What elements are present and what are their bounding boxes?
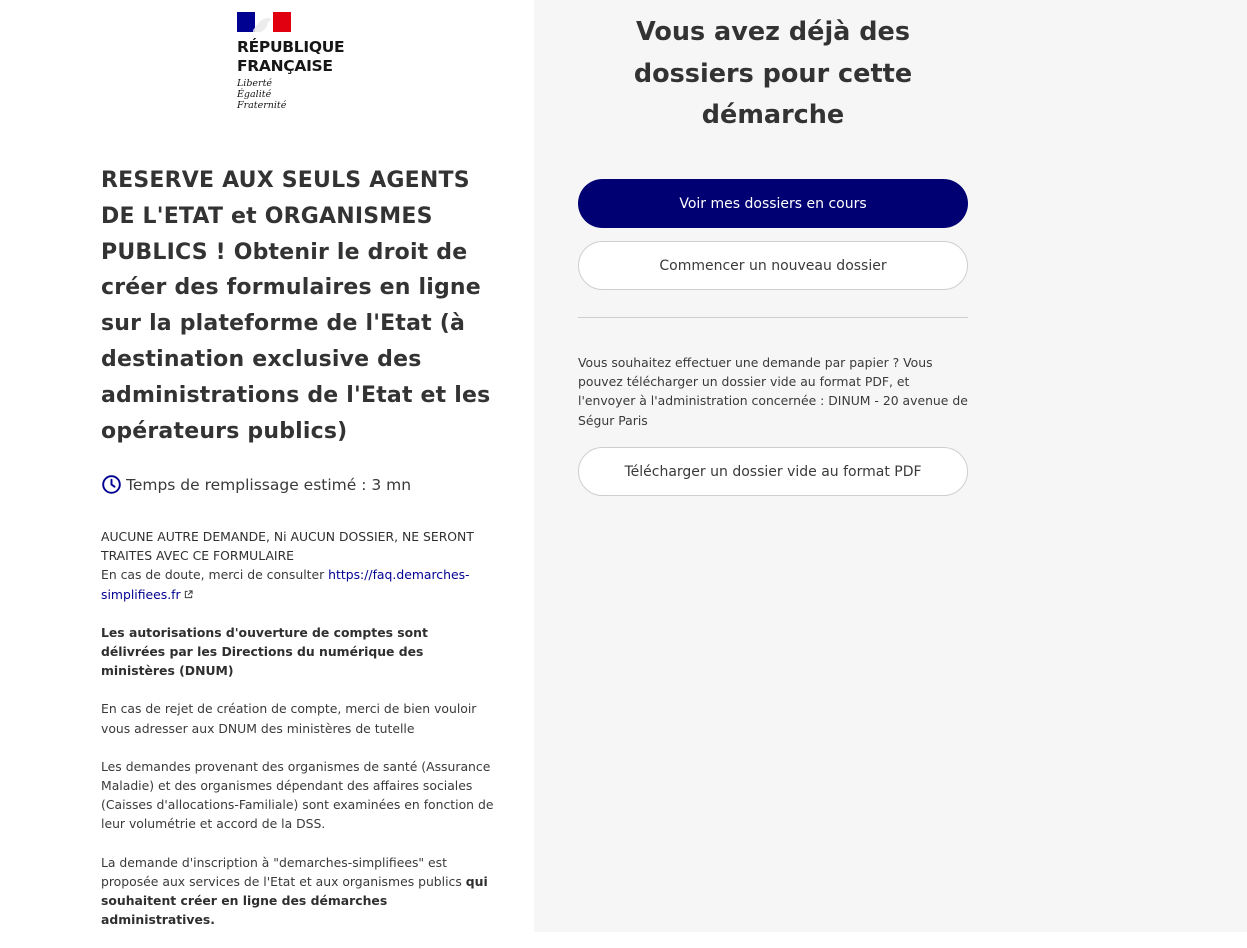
- separator: [578, 317, 968, 318]
- warning-text: AUCUNE AUTRE DEMANDE, Ni AUCUN DOSSIER, …: [101, 529, 474, 564]
- existing-dossiers-title: Vous avez déjà des dossiers pour cette d…: [633, 17, 913, 130]
- new-dossier-button[interactable]: Commencer un nouveau dossier: [578, 241, 968, 290]
- rf-name-line-1: RÉPUBLIQUE: [237, 38, 345, 56]
- marianne-flag-icon: [237, 12, 291, 32]
- motto-fraternite: Fraternité: [237, 100, 287, 111]
- rf-name-line-2: FRANÇAISE: [237, 57, 333, 75]
- description-paragraph-4: Les demandes provenant des organismes de…: [101, 758, 494, 832]
- republic-motto: Liberté Égalité Fraternité: [237, 78, 367, 111]
- description-paragraph-3: En cas de rejet de création de compte, m…: [101, 701, 477, 736]
- description-paragraph-5-text: La demande d'inscription à "demarches-si…: [101, 854, 466, 889]
- motto-liberte: Liberté: [237, 78, 273, 89]
- motto-egalite: Égalité: [237, 89, 272, 100]
- external-link-icon: [184, 590, 193, 598]
- view-dossiers-button[interactable]: Voir mes dossiers en cours: [578, 179, 968, 228]
- duration-text: Temps de remplissage estimé : 3 mn: [126, 475, 412, 494]
- description-paragraph-5: La demande d'inscription à "demarches-si…: [101, 853, 496, 930]
- paper-request-text: Vous souhaitez effectuer une demande par…: [578, 355, 968, 428]
- description-paragraph-2: Les autorisations d'ouverture de comptes…: [101, 624, 428, 679]
- faq-intro-text: En cas de doute, merci de consulter: [101, 567, 329, 583]
- procedure-description: AUCUNE AUTRE DEMANDE, Ni AUCUN DOSSIER, …: [101, 527, 496, 948]
- description-paragraph-1: AUCUNE AUTRE DEMANDE, Ni AUCUN DOSSIER, …: [101, 527, 496, 604]
- republique-francaise-name: RÉPUBLIQUE FRANÇAISE: [237, 38, 367, 76]
- estimated-duration: Temps de remplissage estimé : 3 mn: [101, 474, 521, 495]
- clock-icon: [102, 475, 121, 494]
- procedure-title: RESERVE AUX SEULS AGENTS DE L'ETAT et OR…: [101, 168, 491, 444]
- download-pdf-button[interactable]: Télécharger un dossier vide au format PD…: [578, 447, 968, 496]
- procedure-description-panel: RÉPUBLIQUE FRANÇAISE Liberté Égalité Fra…: [0, 0, 534, 932]
- republique-francaise-logo[interactable]: RÉPUBLIQUE FRANÇAISE Liberté Égalité Fra…: [237, 12, 367, 111]
